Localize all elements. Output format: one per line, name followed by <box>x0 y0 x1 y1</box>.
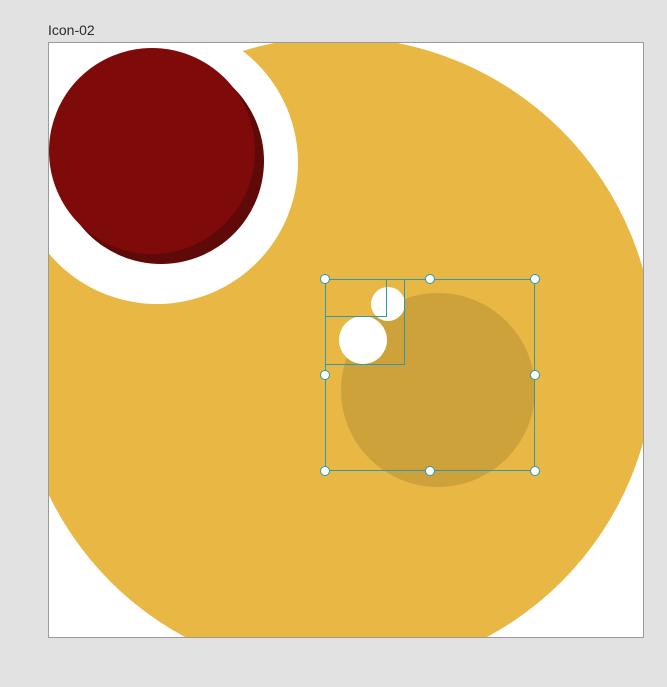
selection-handle-middle-right[interactable] <box>530 370 540 380</box>
selection-handle-top-middle[interactable] <box>425 274 435 284</box>
selection-handle-bottom-left[interactable] <box>320 466 330 476</box>
white-small-circle-shape[interactable] <box>371 287 405 321</box>
selection-handle-top-left[interactable] <box>320 274 330 284</box>
selection-handle-top-right[interactable] <box>530 274 540 284</box>
selection-handle-bottom-right[interactable] <box>530 466 540 476</box>
artboard-canvas[interactable] <box>48 42 644 638</box>
white-medium-circle-shape[interactable] <box>339 316 387 364</box>
selected-group[interactable] <box>325 279 535 471</box>
selection-handle-middle-left[interactable] <box>320 370 330 380</box>
editor-viewport: Icon-02 <box>0 0 667 687</box>
artboard-name-label[interactable]: Icon-02 <box>48 22 95 38</box>
dark-red-circle-shape[interactable] <box>49 48 255 254</box>
selection-handle-bottom-middle[interactable] <box>425 466 435 476</box>
